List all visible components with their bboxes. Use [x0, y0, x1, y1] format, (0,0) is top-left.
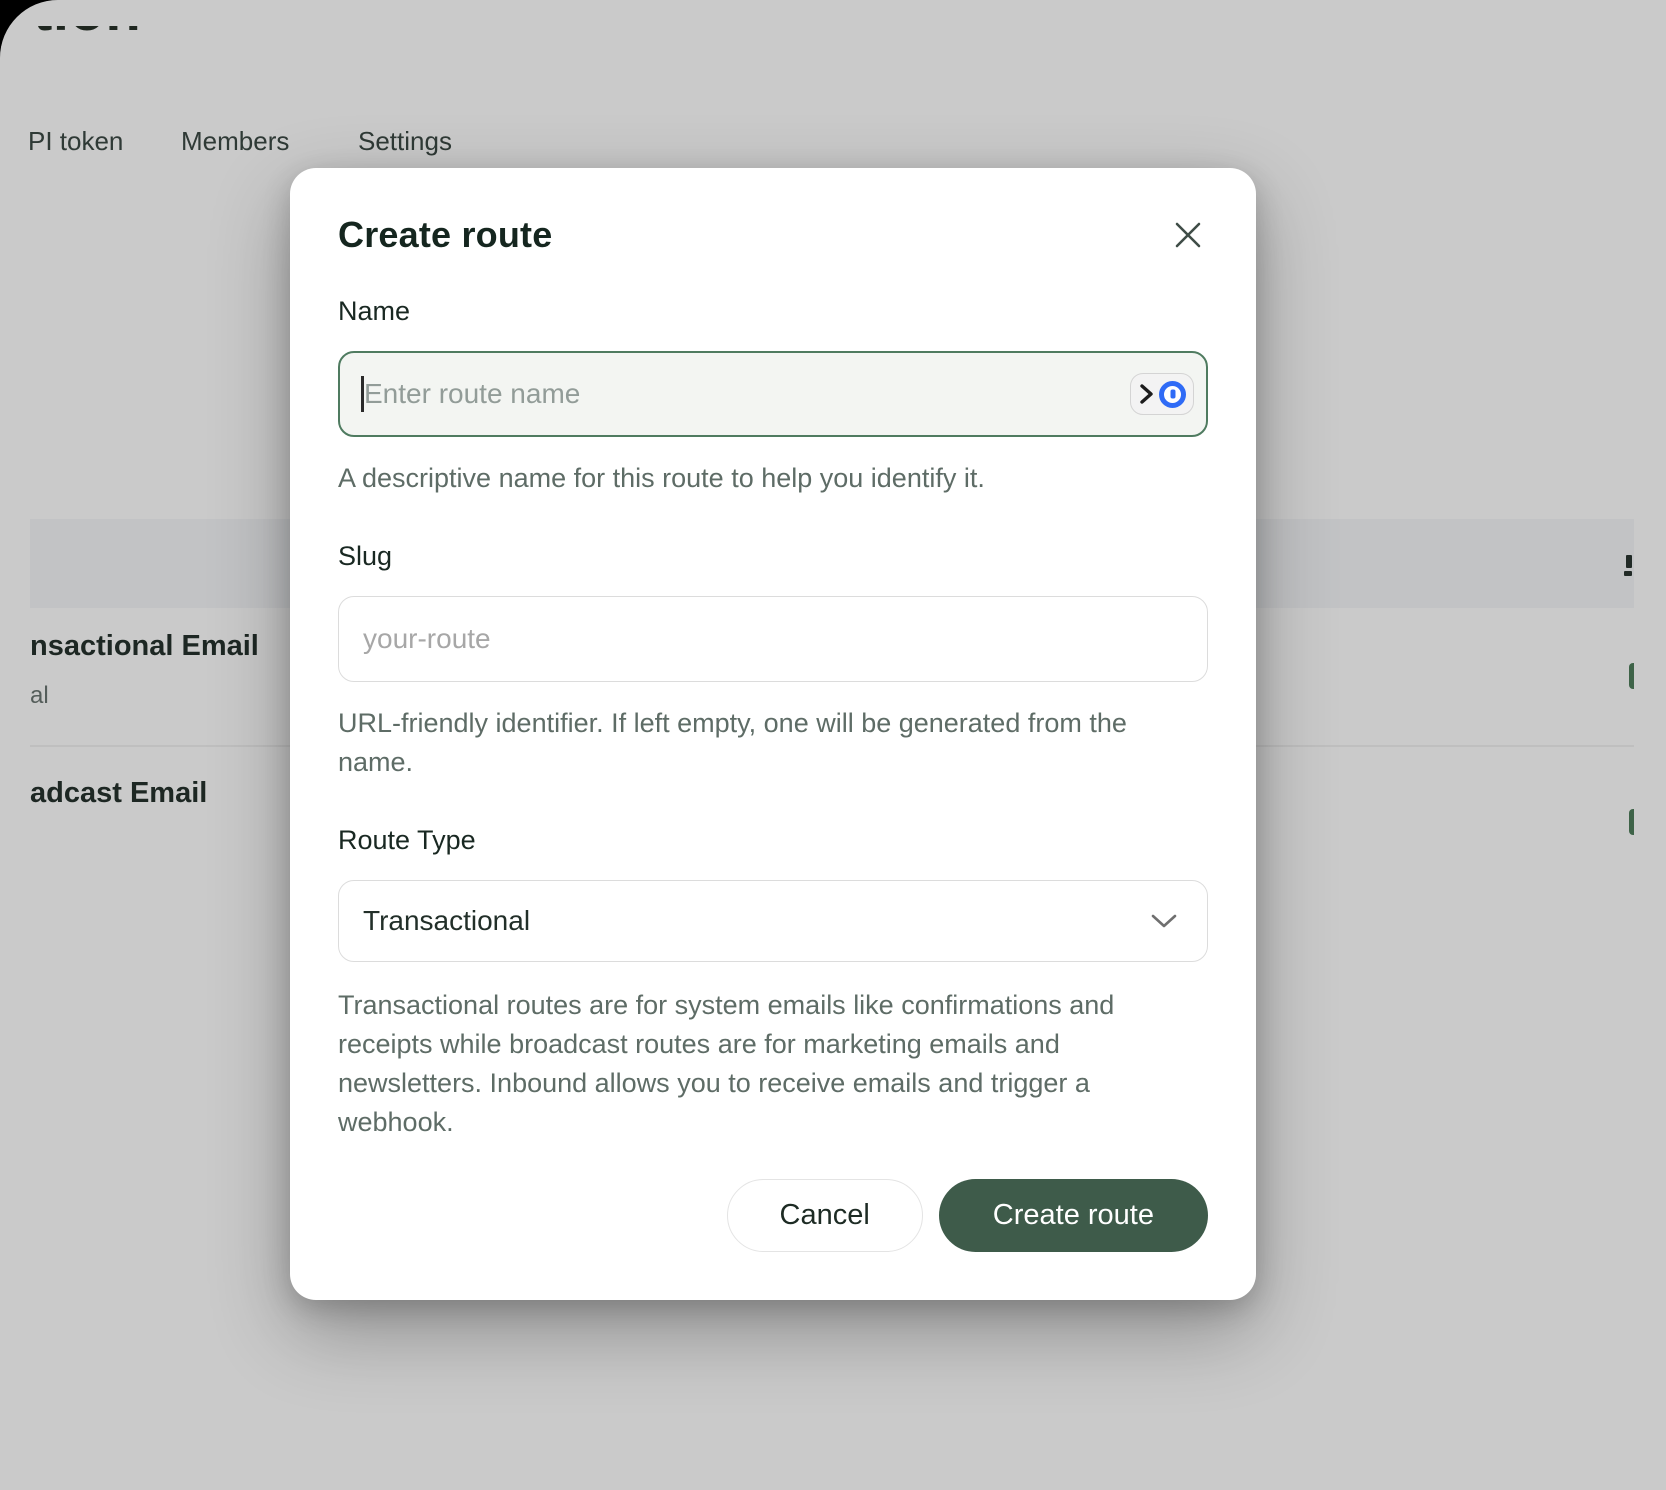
chevron-down-icon [1149, 912, 1179, 930]
route-type-select[interactable]: Transactional [338, 880, 1208, 962]
route-type-field-group: Route Type Transactional Transactional r… [338, 825, 1208, 1143]
name-helper-text: A descriptive name for this route to hel… [338, 459, 1208, 497]
create-route-modal: Create route Name A descrip [290, 168, 1256, 1300]
modal-actions: Cancel Create route [338, 1179, 1208, 1252]
chevron-right-icon [1138, 383, 1154, 405]
slug-helper-text: URL-friendly identifier. If left empty, … [338, 704, 1208, 781]
screen: tion PI token Members Settings nsactiona… [0, 0, 1666, 1490]
name-field-group: Name A descriptive name for this route t… [338, 296, 1208, 497]
close-icon [1171, 218, 1205, 252]
route-type-label: Route Type [338, 825, 1208, 856]
text-cursor [361, 376, 364, 412]
modal-header: Create route [338, 214, 1208, 256]
name-input-wrap [338, 351, 1208, 437]
create-route-button[interactable]: Create route [939, 1179, 1208, 1252]
onepassword-autofill-button[interactable] [1130, 373, 1194, 415]
name-label: Name [338, 296, 1208, 327]
route-type-description: Transactional routes are for system emai… [338, 986, 1208, 1143]
onepassword-icon [1159, 381, 1186, 408]
modal-title: Create route [338, 214, 552, 256]
slug-field-group: Slug URL-friendly identifier. If left em… [338, 541, 1208, 781]
slug-label: Slug [338, 541, 1208, 572]
close-button[interactable] [1168, 215, 1208, 255]
cancel-button[interactable]: Cancel [727, 1179, 923, 1252]
route-type-selected-value: Transactional [363, 905, 530, 937]
slug-input-wrap [338, 596, 1208, 682]
slug-input[interactable] [338, 596, 1208, 682]
name-input[interactable] [338, 351, 1208, 437]
